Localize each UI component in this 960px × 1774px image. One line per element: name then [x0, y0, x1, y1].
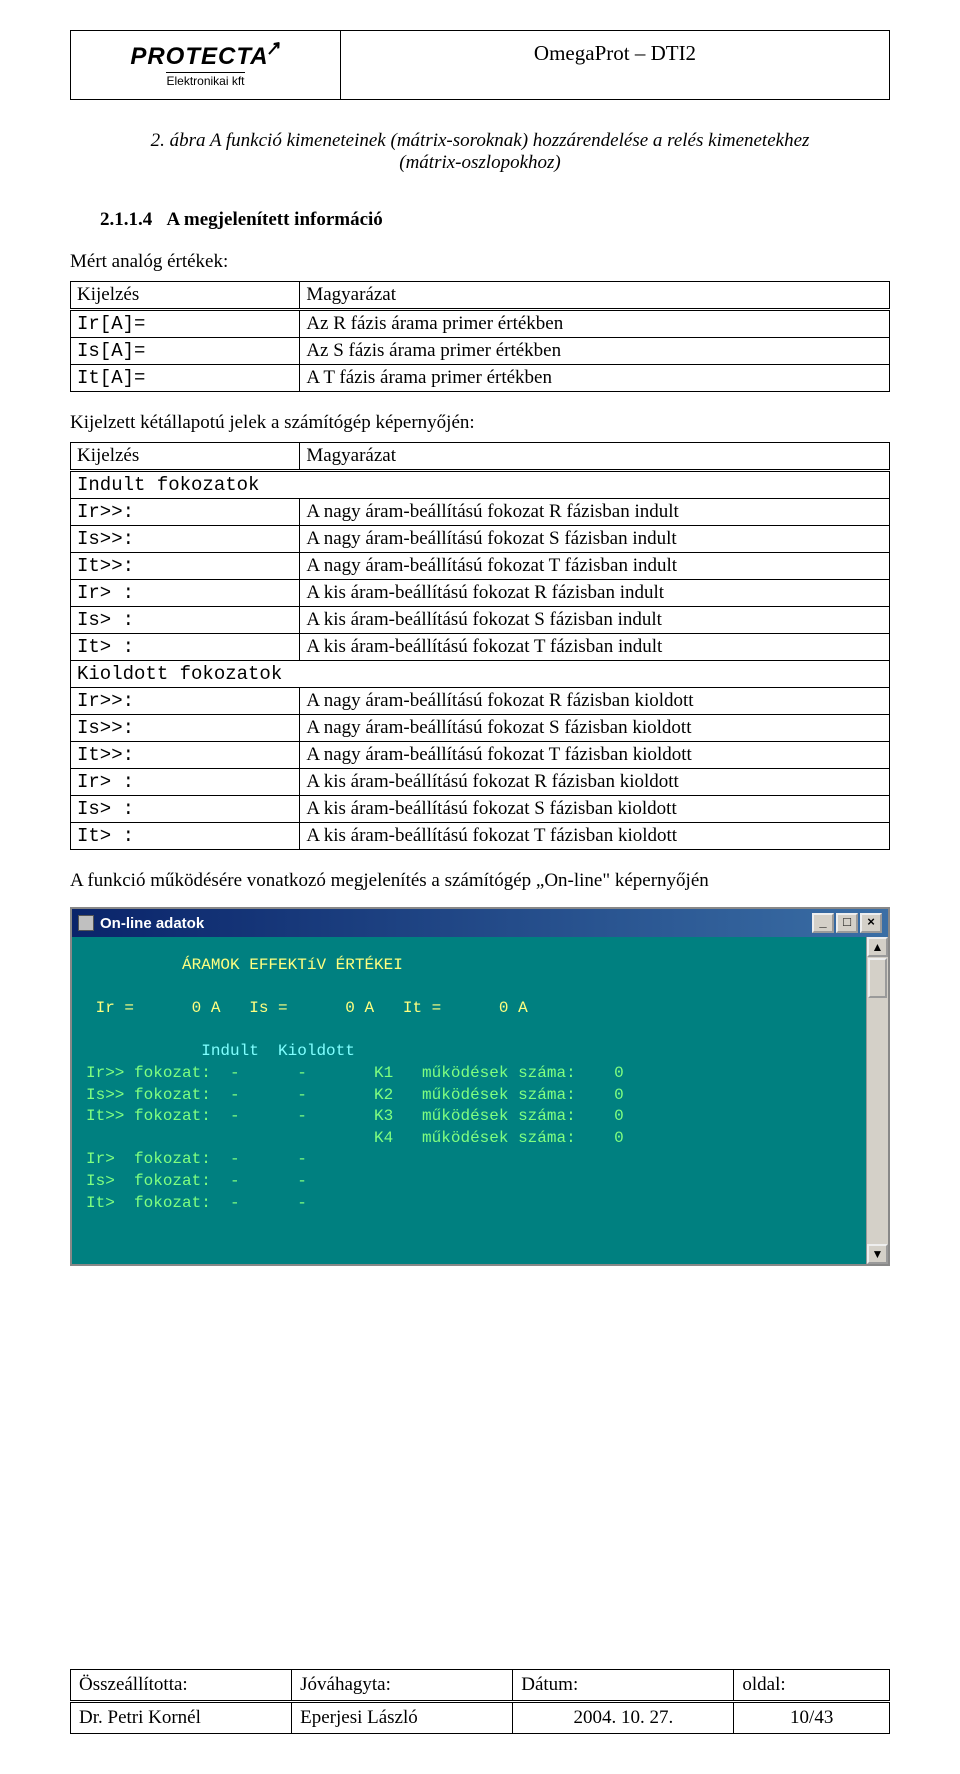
code-cell: Ir>>: — [71, 688, 300, 715]
logo-box: PROTECTA ↗ Elektronikai kft — [71, 31, 341, 99]
document-title: OmegaProt – DTI2 — [341, 31, 889, 99]
table-header: Magyarázat — [300, 282, 890, 310]
terminal-body: ÁRAMOK EFFEKTíV ÉRTÉKEI Ir = 0 A Is = 0 … — [72, 937, 866, 1264]
online-note: A funkció működésére vonatkozó megjelení… — [70, 870, 890, 892]
desc-cell: A nagy áram-beállítású fokozat S fázisba… — [300, 526, 890, 553]
footer-label: Összeállította: — [71, 1670, 292, 1702]
footer-label: oldal: — [734, 1670, 890, 1702]
footer-label: Dátum: — [513, 1670, 734, 1702]
analog-intro: Mért analóg értékek: — [70, 251, 890, 273]
scroll-up-icon[interactable]: ▲ — [867, 937, 888, 957]
terminal-line: K4 működések száma: 0 — [86, 1129, 624, 1147]
terminal-line: Ir> fokozat: - - — [86, 1150, 307, 1168]
table-header: Kijelzés — [71, 282, 300, 310]
code-cell: Ir>>: — [71, 499, 300, 526]
code-cell: Is[A]= — [71, 338, 300, 365]
code-cell: Ir[A]= — [71, 310, 300, 338]
desc-cell: A nagy áram-beállítású fokozat S fázisba… — [300, 715, 890, 742]
code-cell: It>>: — [71, 742, 300, 769]
code-cell: Ir> : — [71, 769, 300, 796]
desc-cell: Az S fázis árama primer értékben — [300, 338, 890, 365]
code-cell: It> : — [71, 823, 300, 850]
logo-arrow-icon: ↗ — [263, 37, 282, 60]
desc-cell: Az R fázis árama primer értékben — [300, 310, 890, 338]
terminal-line: Indult Kioldott — [86, 1042, 355, 1060]
subheader: Kioldott fokozatok — [71, 661, 890, 688]
code-cell: It[A]= — [71, 365, 300, 392]
section-title: A megjelenített információ — [167, 209, 383, 230]
document-header: PROTECTA ↗ Elektronikai kft OmegaProt – … — [70, 30, 890, 100]
terminal-window: On-line adatok _ □ × ÁRAMOK EFFEKTíV ÉRT… — [70, 907, 890, 1266]
section-heading: 2.1.1.4 A megjelenített információ — [100, 209, 890, 231]
logo-main: PROTECTA ↗ — [130, 43, 280, 71]
terminal-line: ÁRAMOK EFFEKTíV ÉRTÉKEI — [86, 956, 403, 974]
desc-cell: A nagy áram-beállítású fokozat T fázisba… — [300, 742, 890, 769]
footer-label: Jóváhagyta: — [292, 1670, 513, 1702]
desc-cell: A kis áram-beállítású fokozat R fázisban… — [300, 769, 890, 796]
app-icon — [78, 915, 94, 931]
logo-main-text: PROTECTA — [130, 43, 268, 71]
terminal-title: On-line adatok — [100, 915, 204, 932]
desc-cell: A kis áram-beállítású fokozat T fázisban… — [300, 823, 890, 850]
close-button[interactable]: × — [860, 913, 882, 933]
desc-cell: A nagy áram-beállítású fokozat T fázisba… — [300, 553, 890, 580]
table-header: Magyarázat — [300, 443, 890, 471]
code-cell: It> : — [71, 634, 300, 661]
desc-cell: A T fázis árama primer értékben — [300, 365, 890, 392]
binary-intro: Kijelzett kétállapotú jelek a számítógép… — [70, 412, 890, 434]
window-buttons: _ □ × — [812, 913, 882, 933]
terminal-line: It> fokozat: - - — [86, 1194, 307, 1212]
terminal-line: Is>> fokozat: - - K2 működések száma: 0 — [86, 1086, 624, 1104]
code-cell: Is> : — [71, 796, 300, 823]
analog-table: Kijelzés Magyarázat Ir[A]= Az R fázis ár… — [70, 281, 890, 392]
desc-cell: A kis áram-beállítású fokozat R fázisban… — [300, 580, 890, 607]
binary-table: Kijelzés Magyarázat Indult fokozatok Ir>… — [70, 442, 890, 850]
minimize-button[interactable]: _ — [812, 913, 834, 933]
code-cell: Is>>: — [71, 715, 300, 742]
maximize-button[interactable]: □ — [836, 913, 858, 933]
desc-cell: A nagy áram-beállítású fokozat R fázisba… — [300, 688, 890, 715]
code-cell: Is> : — [71, 607, 300, 634]
scroll-down-icon[interactable]: ▼ — [867, 1244, 888, 1264]
footer-value: Dr. Petri Kornél — [71, 1702, 292, 1734]
scroll-thumb[interactable] — [868, 958, 887, 998]
scrollbar[interactable]: ▲ ▼ — [866, 937, 888, 1264]
terminal-line: Ir = 0 A Is = 0 A It = 0 A — [86, 999, 528, 1017]
terminal-line: Ir>> fokozat: - - K1 működések száma: 0 — [86, 1064, 624, 1082]
desc-cell: A kis áram-beállítású fokozat T fázisban… — [300, 634, 890, 661]
desc-cell: A kis áram-beállítású fokozat S fázisban… — [300, 796, 890, 823]
terminal-line: It>> fokozat: - - K3 működések száma: 0 — [86, 1107, 624, 1125]
code-cell: It>>: — [71, 553, 300, 580]
section-number: 2.1.1.4 — [100, 209, 152, 230]
table-header: Kijelzés — [71, 443, 300, 471]
document-footer: Összeállította: Jóváhagyta: Dátum: oldal… — [70, 1669, 890, 1734]
footer-value: 2004. 10. 27. — [513, 1702, 734, 1734]
desc-cell: A nagy áram-beállítású fokozat R fázisba… — [300, 499, 890, 526]
subheader: Indult fokozatok — [71, 471, 890, 499]
footer-value: Eperjesi László — [292, 1702, 513, 1734]
desc-cell: A kis áram-beállítású fokozat S fázisban… — [300, 607, 890, 634]
code-cell: Is>>: — [71, 526, 300, 553]
terminal-line: Is> fokozat: - - — [86, 1172, 307, 1190]
logo-subtitle: Elektronikai kft — [166, 72, 244, 88]
figure-caption: 2. ábra A funkció kimeneteinek (mátrix-s… — [70, 130, 890, 174]
terminal-titlebar[interactable]: On-line adatok _ □ × — [72, 909, 888, 937]
footer-value: 10/43 — [734, 1702, 890, 1734]
code-cell: Ir> : — [71, 580, 300, 607]
